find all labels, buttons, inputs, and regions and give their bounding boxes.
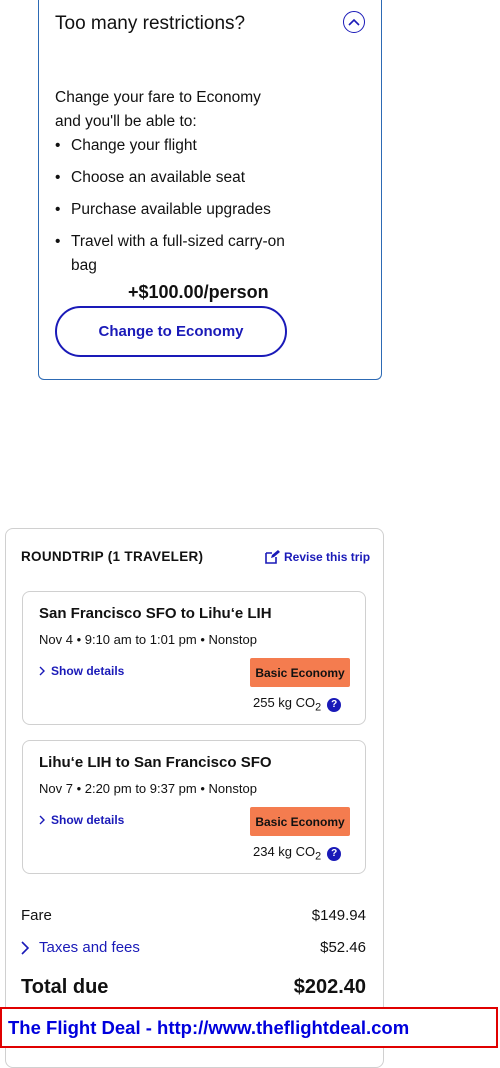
change-to-economy-button[interactable]: Change to Economy [55,306,287,357]
benefit-item: Choose an available seat [55,166,295,190]
leg-route: Lihu‘e LIH to San Francisco SFO [39,754,272,771]
question-icon[interactable]: ? [327,698,342,713]
taxes-and-fees-link[interactable]: Taxes and fees [21,937,140,959]
collapse-button[interactable] [343,11,365,33]
question-icon[interactable]: ? [327,847,342,862]
fare-label: Fare [21,907,52,924]
leg-times: Nov 4 • 9:10 am to 1:01 pm • Nonstop [39,632,257,647]
benefit-item: Travel with a full-sized carry-on bag [55,230,295,278]
co2-value: 255 kg CO2 [253,695,322,714]
show-details-link[interactable]: Show details [39,811,124,829]
show-details-label: Show details [51,813,125,827]
benefit-item: Purchase available upgrades [55,198,295,222]
leg-times: Nov 7 • 2:20 pm to 9:37 pm • Nonstop [39,781,257,796]
fare-class-badge: Basic Economy [250,807,350,836]
total-amount: $202.40 [293,976,366,998]
revise-trip-link[interactable]: Revise this trip [264,548,370,566]
edit-icon [265,550,280,564]
show-details-link[interactable]: Show details [39,662,124,680]
watermark-banner: The Flight Deal - http://www.theflightde… [0,1007,498,1048]
total-row: Total due $202.40 [21,974,366,1000]
fare-row: Fare $149.94 [21,905,366,927]
fare-class-badge: Basic Economy [250,658,350,687]
restrictions-title: Too many restrictions? [55,13,246,34]
taxes-label: Taxes and fees [39,939,140,956]
chevron-right-icon [39,666,45,676]
fare-amount: $149.94 [311,907,366,924]
co2-value: 234 kg CO2 [253,844,322,863]
chevron-up-icon [348,18,360,26]
leg-route: San Francisco SFO to Lihu‘e LIH [39,605,272,622]
benefit-item: Change your flight [55,134,295,158]
chevron-right-icon [21,941,29,955]
trip-heading: ROUNDTRIP (1 TRAVELER) [21,549,204,564]
restrictions-description: Change your fare to Economy and you'll b… [55,89,261,130]
co2-emissions: 234 kg CO2 ? [253,843,342,866]
flight-leg-card: San Francisco SFO to Lihu‘e LIH Nov 4 • … [22,591,366,725]
chevron-right-icon [39,815,45,825]
co2-emissions: 255 kg CO2 ? [253,694,342,717]
revise-trip-label: Revise this trip [284,550,371,564]
benefits-list: Change your flight Choose an available s… [55,134,295,286]
upgrade-price: +$100.00/person [128,282,269,302]
show-details-label: Show details [51,664,125,678]
taxes-row: Taxes and fees $52.46 [21,937,366,959]
total-label: Total due [21,976,109,998]
flight-leg-card: Lihu‘e LIH to San Francisco SFO Nov 7 • … [22,740,366,874]
taxes-amount: $52.46 [320,939,366,956]
